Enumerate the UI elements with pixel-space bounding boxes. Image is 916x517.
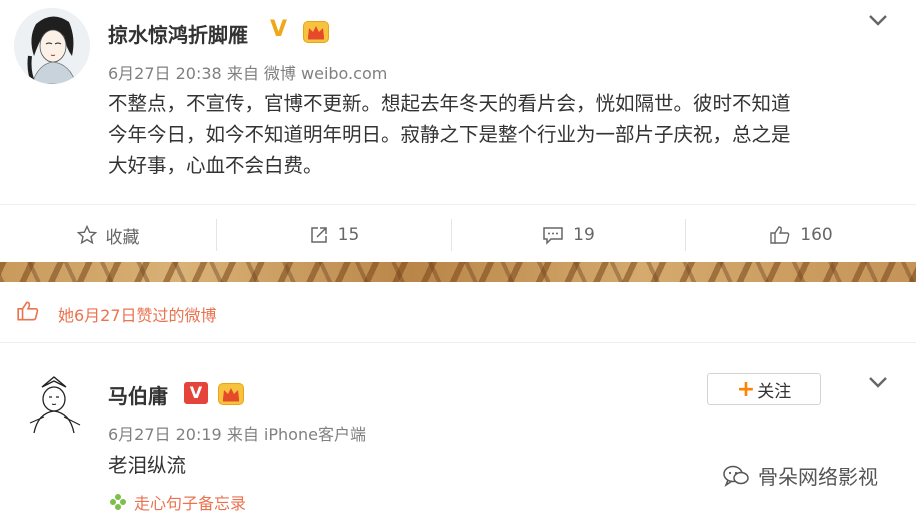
favorite-label: 收藏 xyxy=(105,227,140,248)
content-line: 今年今日，如今不知道明年明日。寂静之下是整个行业为一部片子庆祝，总之是 xyxy=(108,123,791,146)
post-meta: 6月27日 20:38 来自 微博 weibo.com xyxy=(108,60,387,84)
decorative-banner xyxy=(0,262,916,282)
repost-count: 15 xyxy=(337,225,360,245)
avatar[interactable] xyxy=(14,8,90,84)
avatar[interactable] xyxy=(22,373,86,441)
star-icon xyxy=(76,225,97,245)
post-content: 老泪纵流 xyxy=(108,454,187,477)
source-app-link[interactable]: 走心句子备忘录 xyxy=(108,490,246,514)
post-meta: 6月27日 20:19 来自 iPhone客户端 xyxy=(108,421,366,445)
comment-button[interactable]: 19 xyxy=(452,205,685,265)
post-source: 来自 微博 weibo.com xyxy=(226,64,388,83)
member-crown-icon xyxy=(303,21,329,43)
author-name[interactable]: 马伯庸 xyxy=(108,380,168,409)
avatar-illustration xyxy=(14,8,90,84)
content-line: 大好事，心血不会白费。 xyxy=(108,154,323,177)
repost-button[interactable]: 15 xyxy=(217,205,451,265)
weibo-post-2: 马伯庸 V + 关注 6月27日 20:19 来自 iPhone客户端 老泪纵流… xyxy=(0,343,916,517)
member-crown-icon xyxy=(218,383,244,405)
weibo-post-1: 掠水惊鸿折脚雁 V 6月27日 20:38 来自 微博 weibo.com 不整… xyxy=(0,0,916,262)
watermark: 骨朵网络影视 xyxy=(722,461,878,490)
comment-count: 19 xyxy=(573,225,595,245)
liked-text: 她6月27日赞过的微博 xyxy=(58,306,217,325)
like-count: 160 xyxy=(800,225,833,245)
content-line: 不整点，不宣传，官博不更新。想起去年冬天的看片会，恍如隔世。彼时不知道 xyxy=(108,92,791,115)
post-content: 不整点，不宣传，官博不更新。想起去年冬天的看片会，恍如隔世。彼时不知道 今年今日… xyxy=(108,88,791,181)
verified-badge: V xyxy=(270,17,288,42)
post-time[interactable]: 6月27日 20:19 xyxy=(108,425,222,444)
like-button[interactable]: 160 xyxy=(686,205,916,265)
thumbs-up-icon xyxy=(770,226,790,244)
wechat-icon xyxy=(723,465,749,487)
post-time[interactable]: 6月27日 20:38 xyxy=(108,64,222,83)
comment-icon xyxy=(543,227,563,245)
chevron-down-icon[interactable] xyxy=(866,8,890,32)
favorite-button[interactable]: 收藏 xyxy=(0,205,216,265)
liked-notice: 她6月27日赞过的微博 xyxy=(0,282,916,343)
source-link-label: 走心句子备忘录 xyxy=(134,494,247,513)
avatar-illustration xyxy=(22,373,86,441)
thumbs-up-icon xyxy=(16,300,40,326)
repost-icon xyxy=(310,227,327,243)
clover-icon xyxy=(110,494,126,510)
author-name[interactable]: 掠水惊鸿折脚雁 xyxy=(108,19,248,48)
follow-button[interactable]: + 关注 xyxy=(707,373,821,405)
post-source: 来自 iPhone客户端 xyxy=(226,425,366,444)
watermark-text: 骨朵网络影视 xyxy=(758,465,878,489)
follow-label: 关注 xyxy=(757,381,792,402)
action-bar: 收藏 15 19 160 xyxy=(0,204,916,265)
plus-icon: + xyxy=(736,376,756,402)
chevron-down-icon[interactable] xyxy=(866,370,890,394)
verified-badge: V xyxy=(184,382,208,404)
